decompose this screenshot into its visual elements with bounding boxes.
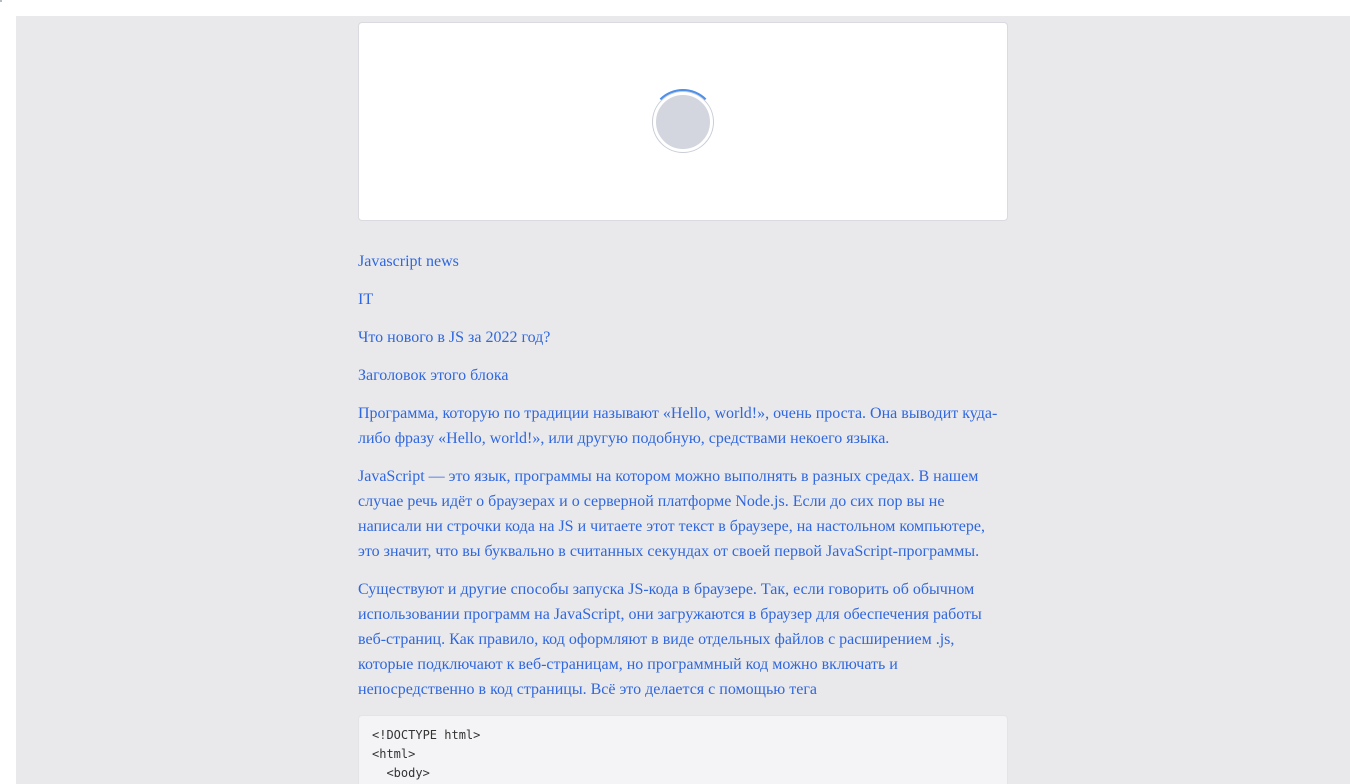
- article-links: Javascript news IT Что нового в JS за 20…: [358, 249, 1008, 702]
- paragraph-hello-world[interactable]: Программа, которую по традиции называют …: [358, 401, 1008, 451]
- content-column: Javascript news IT Что нового в JS за 20…: [358, 22, 1008, 784]
- tag-link-it[interactable]: IT: [358, 287, 1008, 312]
- tag-link-javascript-news[interactable]: Javascript news: [358, 249, 1008, 274]
- code-content: <!DOCTYPE html> <html> <body> <p id="hel…: [372, 728, 481, 780]
- paragraph-run-js-in-browser[interactable]: Существуют и другие способы запуска JS-к…: [358, 577, 1008, 702]
- article-title-link[interactable]: Что нового в JS за 2022 год?: [358, 325, 1008, 350]
- spinner-arc: [650, 89, 716, 155]
- paragraph-javascript-intro[interactable]: JavaScript — это язык, программы на кото…: [358, 464, 1008, 564]
- scrollbar-track[interactable]: [1350, 16, 1366, 784]
- loading-spinner-icon: [650, 89, 716, 155]
- code-block[interactable]: <!DOCTYPE html> <html> <body> <p id="hel…: [358, 715, 1008, 784]
- top-bar: [0, 0, 1366, 16]
- corner-dot: [0, 0, 2, 2]
- block-heading-link[interactable]: Заголовок этого блока: [358, 363, 1008, 388]
- media-placeholder-card: [358, 22, 1008, 221]
